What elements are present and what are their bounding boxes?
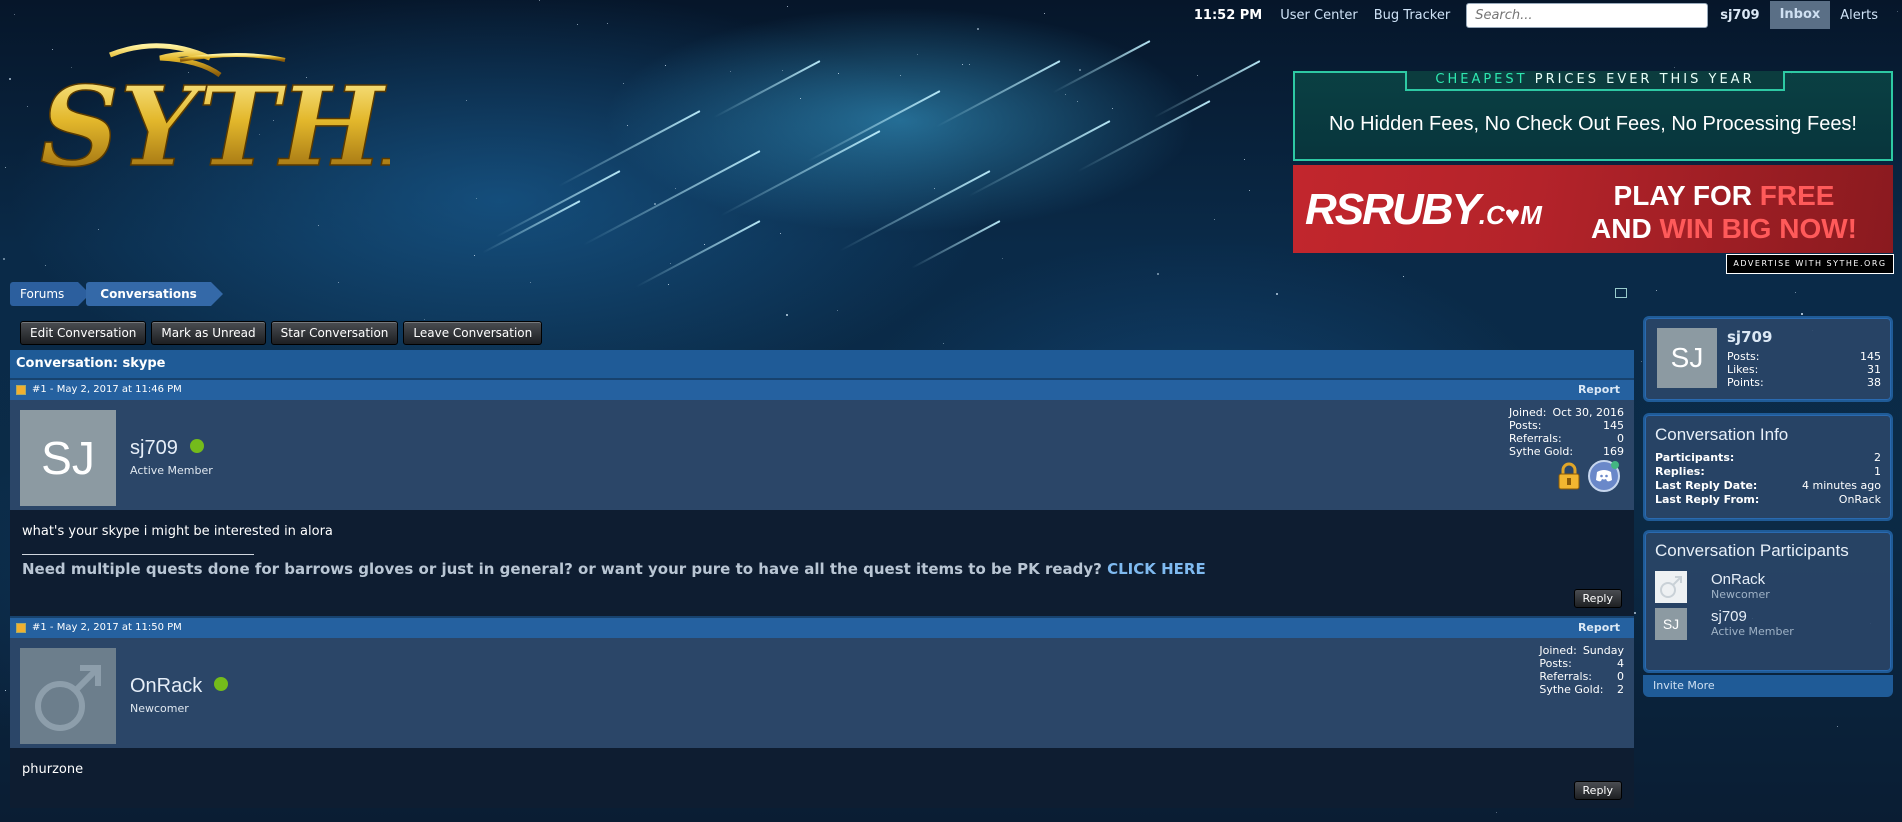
username-link[interactable]: OnRack	[130, 675, 202, 697]
online-indicator-icon	[189, 439, 204, 453]
participant-name[interactable]: sj709	[1711, 609, 1794, 625]
participant-title: Newcomer	[1711, 588, 1770, 601]
message-header: #1 - May 2, 2017 at 11:46 PM Report	[10, 378, 1634, 400]
reply-button[interactable]: Reply	[1573, 589, 1622, 608]
breadcrumb-forums[interactable]: Forums	[10, 282, 91, 306]
report-link[interactable]: Report	[1578, 617, 1620, 639]
conversation: Conversation: skype #1 - May 2, 2017 at …	[10, 350, 1634, 808]
ad-banner-rsruby[interactable]: RSRUBY.C♥M PLAY FOR FREE AND WIN BIG NOW…	[1293, 165, 1893, 253]
user-center-link[interactable]: User Center	[1280, 8, 1358, 23]
ad-cta-text: PLAY FOR FREE AND WIN BIG NOW!	[1591, 180, 1857, 244]
expand-icon[interactable]	[1615, 288, 1627, 298]
info-row: Last Reply From: OnRack	[1655, 493, 1881, 506]
message-user-info: SJ sj709 Active Member Joined: Oct 30, 20…	[10, 400, 1634, 510]
ad-tab-text: PRICES EVER THIS YEAR	[1527, 72, 1755, 87]
user-stats: Joined: Sunday Posts: 4 Referrals: 0 Sythe …	[1539, 644, 1624, 696]
lock-icon	[1558, 462, 1580, 490]
username-link[interactable]: sj709	[130, 437, 178, 459]
report-link[interactable]: Report	[1578, 379, 1620, 401]
panel-heading: Conversation Participants	[1655, 541, 1849, 560]
participant-name[interactable]: OnRack	[1711, 572, 1770, 588]
info-row: Replies: 1	[1655, 465, 1881, 478]
user-badges	[1558, 460, 1620, 492]
conversation-title: Conversation: skype	[10, 350, 1634, 378]
message-body: phurzone Reply	[10, 748, 1634, 808]
post-icon	[16, 623, 26, 633]
account-link[interactable]: sj709	[1720, 8, 1759, 23]
participant-title: Active Member	[1711, 625, 1794, 638]
breadcrumb-conversations[interactable]: Conversations	[86, 282, 223, 306]
male-symbol-icon	[1660, 575, 1682, 598]
edit-conversation-button[interactable]: Edit Conversation	[20, 321, 147, 345]
message-text: what's your skype i might be interested …	[22, 524, 333, 539]
participants-panel: Conversation Participants OnRack Newcome…	[1643, 530, 1893, 673]
visitor-stats: Posts: 145 Likes: 31 Points: 38	[1727, 350, 1881, 389]
conversation-info-panel: Conversation Info Participants: 2 Replies…	[1643, 413, 1893, 521]
message-user-info: OnRack Newcomer Joined: Sunday Posts: 4 Re…	[10, 638, 1634, 748]
discord-icon[interactable]	[1588, 460, 1620, 492]
avatar[interactable]	[20, 648, 116, 744]
message-text: phurzone	[22, 762, 84, 777]
visitor-name[interactable]: sj709	[1727, 328, 1772, 346]
message-header: #1 - May 2, 2017 at 11:50 PM Report	[10, 616, 1634, 638]
bug-tracker-link[interactable]: Bug Tracker	[1374, 8, 1450, 23]
ad-banner-prices[interactable]: CHEAPEST PRICES EVER THIS YEAR No Hidden…	[1293, 71, 1893, 161]
male-symbol-icon	[35, 665, 101, 731]
mark-unread-button[interactable]: Mark as Unread	[151, 321, 266, 345]
info-row: Participants: 2	[1655, 451, 1881, 464]
avatar[interactable]: SJ	[20, 410, 116, 506]
participant-item[interactable]: SJ sj709 Active Member	[1655, 605, 1881, 642]
signature-link[interactable]: CLICK HERE	[1107, 560, 1206, 578]
message-body: what's your skype i might be interested …	[10, 510, 1634, 616]
logo-text: SYTHE	[40, 62, 390, 190]
user-stats: Joined: Oct 30, 2016 Posts: 145 Referrals:…	[1509, 406, 1624, 458]
username: OnRack	[130, 675, 229, 698]
advertise-link[interactable]: ADVERTISE WITH SYTHE.ORG	[1726, 254, 1894, 274]
visitor-panel: SJ sj709 Posts: 145 Likes: 31 Points: 38	[1643, 316, 1893, 402]
leave-conversation-button[interactable]: Leave Conversation	[403, 321, 543, 345]
conversation-actions: Edit Conversation Mark as Unread Star Co…	[20, 321, 543, 345]
breadcrumb: Forums Conversations	[10, 282, 223, 306]
signature-divider	[22, 554, 254, 555]
alerts-link[interactable]: Alerts	[1840, 8, 1878, 23]
site-logo[interactable]: SYTHE	[39, 40, 471, 192]
signature: Need multiple quests done for barrows gl…	[22, 560, 1206, 578]
invite-more-link[interactable]: Invite More	[1643, 675, 1893, 697]
ad-main-text: No Hidden Fees, No Check Out Fees, No Pr…	[1328, 113, 1857, 135]
avatar[interactable]: SJ	[1655, 607, 1687, 640]
avatar[interactable]	[1655, 570, 1687, 603]
search-input[interactable]	[1466, 2, 1709, 28]
clock: 11:52 PM	[1193, 7, 1263, 23]
reply-button[interactable]: Reply	[1573, 781, 1622, 800]
user-title: Active Member	[130, 464, 213, 477]
message-permalink[interactable]: #1 - May 2, 2017 at 11:46 PM	[32, 379, 182, 401]
username: sj709	[130, 437, 204, 460]
online-indicator-icon	[214, 677, 229, 691]
avatar[interactable]: SJ	[1657, 328, 1717, 388]
ad-tab-highlight: CHEAPEST	[1435, 72, 1528, 87]
participant-item[interactable]: OnRack Newcomer	[1655, 568, 1881, 605]
inbox-link[interactable]: Inbox	[1769, 1, 1831, 29]
user-title: Newcomer	[130, 702, 189, 715]
post-icon	[16, 385, 26, 395]
panel-heading: Conversation Info	[1655, 425, 1789, 444]
star-conversation-button[interactable]: Star Conversation	[270, 321, 399, 345]
info-row: Last Reply Date: 4 minutes ago	[1655, 479, 1881, 492]
message-permalink[interactable]: #1 - May 2, 2017 at 11:50 PM	[32, 617, 182, 639]
rsruby-logo: RSRUBY.C♥M	[1305, 185, 1542, 234]
top-navigation: 11:52 PM User Center Bug Tracker sj709 I…	[1194, 0, 1902, 30]
